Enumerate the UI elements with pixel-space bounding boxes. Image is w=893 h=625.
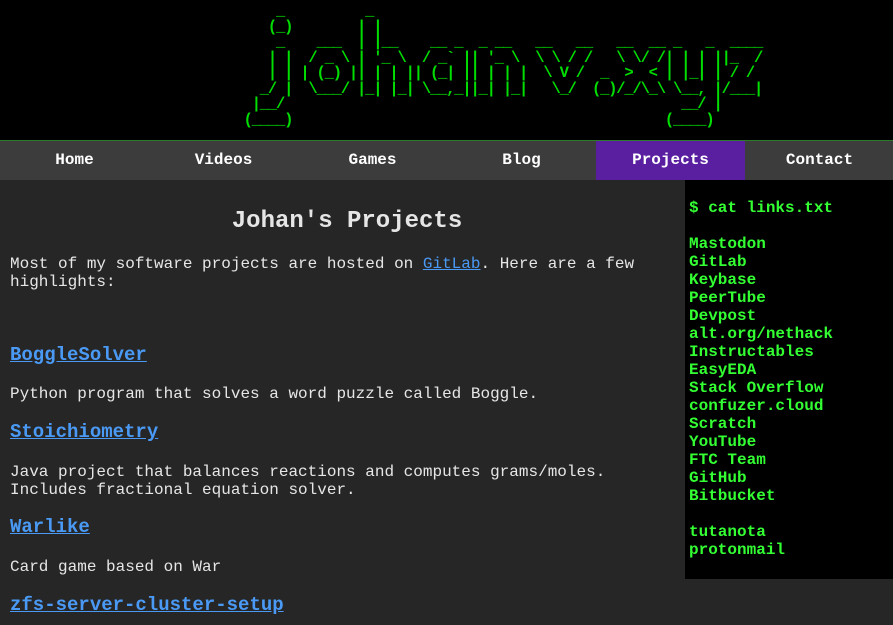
project-description: Java project that balances reactions and… (10, 463, 606, 499)
link-youtube[interactable]: YouTube (689, 433, 833, 451)
project-link-stoichiometry[interactable]: Stoichiometry (10, 421, 158, 443)
link-protonmail[interactable]: protonmail (689, 541, 785, 559)
link-ftc-team[interactable]: FTC Team (689, 451, 833, 469)
link-github[interactable]: GitHub (689, 469, 833, 487)
link-mastodon[interactable]: Mastodon (689, 235, 833, 253)
nav-home[interactable]: Home (0, 141, 149, 180)
nav-projects[interactable]: Projects (596, 141, 745, 180)
project-title: Stoichiometry (10, 421, 158, 443)
project-link-zfs-server-cluster-setup[interactable]: zfs-server-cluster-setup (10, 594, 284, 616)
ascii-logo: _ _ (_) | | _ ___ | |__ __ _ _ __ __ __ … (243, 2, 764, 129)
project-title: Warlike (10, 516, 90, 538)
nav-blog[interactable]: Blog (447, 141, 596, 180)
project-link-warlike[interactable]: Warlike (10, 516, 90, 538)
link-tutanota[interactable]: tutanota (689, 523, 785, 541)
project-title: zfs-server-cluster-setup (10, 594, 284, 616)
nav-contact[interactable]: Contact (745, 141, 893, 180)
link-peertube[interactable]: PeerTube (689, 289, 833, 307)
main-nav: Home Videos Games Blog Projects Contact (0, 140, 893, 180)
site-banner: _ _ (_) | | _ ___ | |__ __ _ _ __ __ __ … (0, 0, 893, 140)
nav-videos[interactable]: Videos (149, 141, 298, 180)
email-links-list: tutanota protonmail (689, 523, 785, 559)
gitlab-link[interactable]: GitLab (423, 255, 481, 273)
project-link-bogglesolver[interactable]: BoggleSolver (10, 344, 147, 366)
link-bitbucket[interactable]: Bitbucket (689, 487, 833, 505)
link-confuzer[interactable]: confuzer.cloud (689, 397, 833, 415)
link-stackoverflow[interactable]: Stack Overflow (689, 379, 833, 397)
links-sidebar: $ cat links.txt Mastodon GitLab Keybase … (685, 180, 893, 579)
project-description: Card game based on War (10, 558, 222, 576)
link-scratch[interactable]: Scratch (689, 415, 833, 433)
nav-games[interactable]: Games (298, 141, 447, 180)
link-instructables[interactable]: Instructables (689, 343, 833, 361)
link-gitlab[interactable]: GitLab (689, 253, 833, 271)
link-devpost[interactable]: Devpost (689, 307, 833, 325)
terminal-command: $ cat links.txt (689, 199, 834, 217)
link-easyeda[interactable]: EasyEDA (689, 361, 833, 379)
project-description: Python program that solves a word puzzle… (10, 385, 539, 403)
intro-text: Most of my software projects are hosted … (10, 255, 670, 291)
page-title: Johan's Projects (231, 208, 463, 235)
links-list: Mastodon GitLab Keybase PeerTube Devpost… (689, 235, 833, 505)
intro-before: Most of my software projects are hosted … (10, 255, 423, 273)
link-keybase[interactable]: Keybase (689, 271, 833, 289)
project-title: BoggleSolver (10, 344, 147, 366)
main-content: Johan's Projects Most of my software pro… (0, 180, 684, 625)
link-nethack[interactable]: alt.org/nethack (689, 325, 833, 343)
